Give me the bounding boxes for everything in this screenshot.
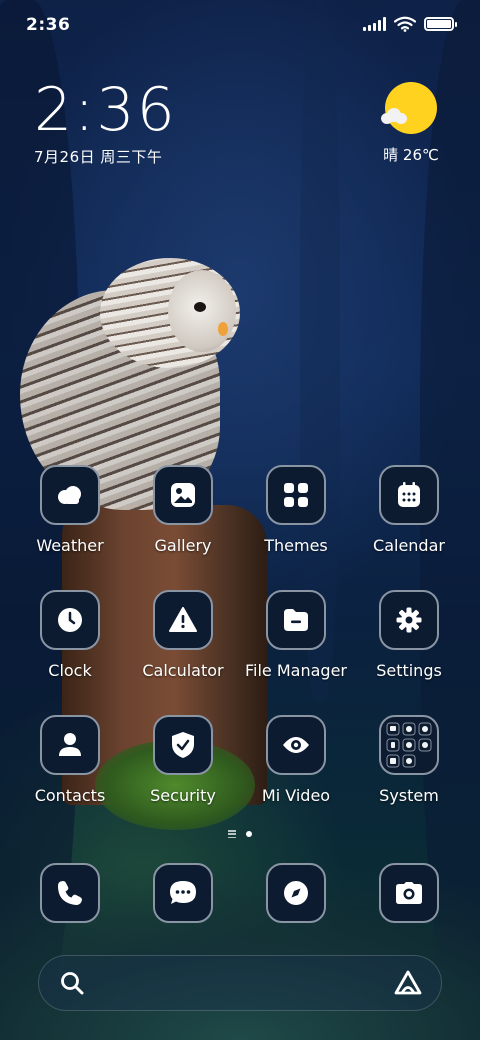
compass-icon xyxy=(266,863,326,923)
dock-browser[interactable] xyxy=(241,863,351,923)
folder-system[interactable]: System xyxy=(354,715,464,805)
status-bar: 2:36 xyxy=(0,0,480,50)
dock-camera[interactable] xyxy=(354,863,464,923)
status-time: 2:36 xyxy=(26,15,71,35)
page-indicator-dot xyxy=(246,831,252,837)
app-file-manager[interactable]: File Manager xyxy=(241,590,351,680)
sun-cloud-icon xyxy=(381,82,437,134)
clock-icon xyxy=(40,590,100,650)
warning-icon xyxy=(153,590,213,650)
app-label: Clock xyxy=(48,661,92,680)
page-indicator[interactable] xyxy=(0,830,480,838)
app-label: Settings xyxy=(376,661,442,680)
folder-grid-icon xyxy=(379,715,439,775)
dock-messages[interactable] xyxy=(128,863,238,923)
eye-icon xyxy=(266,715,326,775)
assistant-icon[interactable] xyxy=(393,970,423,996)
app-label: Themes xyxy=(264,536,328,555)
app-calendar[interactable]: Calendar xyxy=(354,465,464,555)
app-label: Gallery xyxy=(154,536,212,555)
page-indicator-lines-icon xyxy=(228,830,236,838)
camera-icon xyxy=(379,863,439,923)
weather-widget[interactable]: 晴 26℃ xyxy=(376,82,446,165)
signal-icon xyxy=(363,17,386,31)
app-settings[interactable]: Settings xyxy=(354,590,464,680)
app-gallery[interactable]: Gallery xyxy=(128,465,238,555)
shield-check-icon xyxy=(153,715,213,775)
app-label: Contacts xyxy=(34,786,106,805)
app-weather[interactable]: Weather xyxy=(15,465,125,555)
app-themes[interactable]: Themes xyxy=(241,465,351,555)
app-label: Calculator xyxy=(142,661,224,680)
search-bar[interactable] xyxy=(38,955,442,1011)
dock-phone[interactable] xyxy=(15,863,125,923)
app-label: System xyxy=(379,786,439,805)
app-label: Weather xyxy=(36,536,104,555)
person-icon xyxy=(40,715,100,775)
status-icons xyxy=(363,16,457,32)
app-clock[interactable]: Clock xyxy=(15,590,125,680)
app-security[interactable]: Security xyxy=(128,715,238,805)
calendar-icon xyxy=(379,465,439,525)
clock-widget[interactable]: 2:36 7月26日 周三下午 xyxy=(34,80,177,167)
app-calculator[interactable]: Calculator xyxy=(128,590,238,680)
app-mi-video[interactable]: Mi Video xyxy=(241,715,351,805)
app-label: Calendar xyxy=(373,536,445,555)
search-icon[interactable] xyxy=(59,970,85,996)
app-label: Mi Video xyxy=(261,786,331,805)
battery-icon xyxy=(424,17,457,31)
image-icon xyxy=(153,465,213,525)
grid-icon xyxy=(266,465,326,525)
message-icon xyxy=(153,863,213,923)
app-label: Security xyxy=(150,786,216,805)
folder-icon xyxy=(266,590,326,650)
gear-icon xyxy=(379,590,439,650)
weather-text: 晴 26℃ xyxy=(383,146,439,164)
clock-date: 7月26日 周三下午 xyxy=(34,148,163,166)
phone-icon xyxy=(40,863,100,923)
weather-cloud-icon xyxy=(40,465,100,525)
wifi-icon xyxy=(394,16,416,32)
clock-time: 2:36 xyxy=(34,75,177,145)
app-contacts[interactable]: Contacts xyxy=(15,715,125,805)
app-label: File Manager xyxy=(245,661,347,680)
